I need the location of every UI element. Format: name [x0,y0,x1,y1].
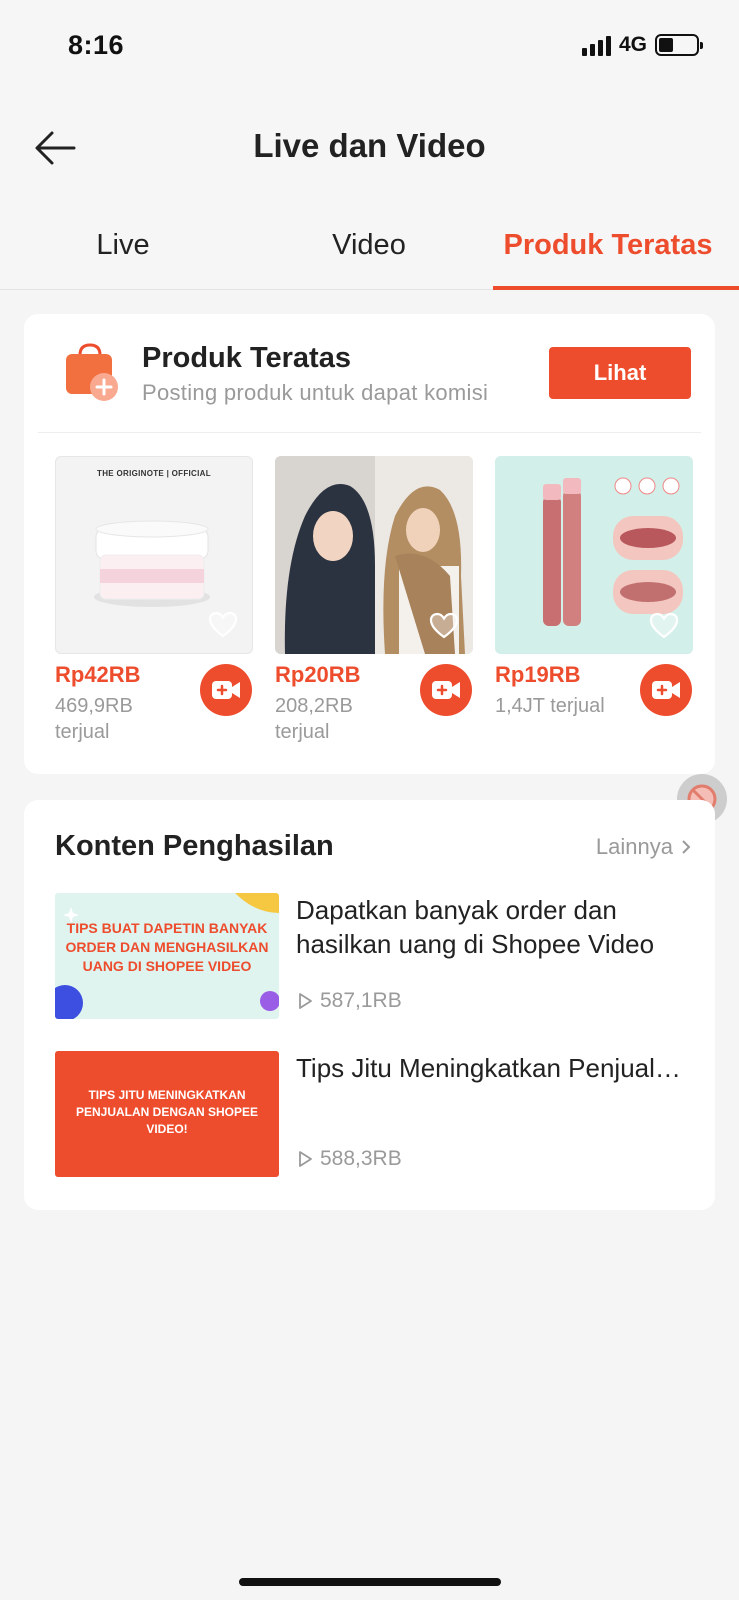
video-title: Dapatkan banyak order dan hasilkan uang … [296,895,655,959]
product-card[interactable]: Rp19RB 1,4JT terjual [495,456,693,756]
page-title: Live dan Video [253,127,486,164]
heart-icon[interactable] [208,611,238,639]
product-image-hijab [275,456,473,654]
earning-content-card: Konten Penghasilan Lainnya TIPS BUAT DAP… [24,800,715,1210]
product-card[interactable]: THE ORIGINOTE | OFFICIAL Rp42RB 469,9RB … [55,456,253,756]
signal-icon [581,34,611,56]
video-camera-icon [432,681,460,699]
product-carousel[interactable]: THE ORIGINOTE | OFFICIAL Rp42RB 469,9RB … [55,456,708,756]
video-title-text: Tips Jitu Meningkatkan Penjualan Dengan … [296,1053,688,1083]
product-sold: 469,9RB terjual [55,695,133,743]
see-more-label: Lainnya [595,834,673,859]
active-tab-indicator [493,286,739,290]
heart-icon[interactable] [429,612,459,640]
video-thumbnail: TIPS BUAT DAPETIN BANYAK ORDER DAN MENGH… [55,893,279,1019]
top-products-title: Produk Teratas [142,342,351,374]
play-icon [299,993,312,1009]
product-sold: 1,4JT terjual [495,695,605,717]
divider [38,432,701,433]
status-time: 8:16 [68,30,125,60]
create-video-button[interactable] [640,664,692,716]
create-video-button[interactable] [420,664,472,716]
video-views: 587,1RB [296,989,402,1013]
product-price: Rp20RB [275,662,361,687]
status-indicators: 4G [581,33,703,57]
heart-icon[interactable] [649,612,679,640]
play-icon [299,1151,312,1167]
see-more-link[interactable]: Lainnya [596,834,691,860]
tab-produk-teratas[interactable]: Produk Teratas [493,200,723,290]
product-image-moisturizer: THE ORIGINOTE | OFFICIAL [55,456,253,654]
earning-content-title: Konten Penghasilan [55,830,334,862]
video-item[interactable]: TIPS JITU MENINGKATKAN PENJUALAN DENGAN … [55,1051,688,1181]
product-sold: 208,2RB terjual [275,695,353,743]
video-camera-icon [212,681,240,699]
video-title: Tips Jitu Meningkatkan Penjualan Dengan … [296,1051,688,1085]
network-label: 4G [618,33,647,56]
product-image-lip-tint [495,456,693,654]
thumbnail-text: TIPS BUAT DAPETIN BANYAK ORDER DAN MENGH… [65,920,269,974]
lihat-button[interactable]: Lihat [549,347,691,399]
tab-bar: Live Video Produk Teratas [0,200,739,290]
video-views: 588,3RB [296,1147,402,1171]
video-camera-icon [652,681,680,699]
video-item[interactable]: TIPS BUAT DAPETIN BANYAK ORDER DAN MENGH… [55,893,685,1023]
tab-video[interactable]: Video [246,200,492,290]
video-views-count: 587,1RB [320,989,402,1012]
create-video-button[interactable] [200,664,252,716]
chevron-right-icon [682,840,691,854]
home-indicator[interactable] [239,1578,501,1586]
top-products-card: Produk Teratas Posting produk untuk dapa… [24,314,715,774]
battery-icon [655,34,703,56]
video-thumbnail: TIPS JITU MENINGKATKAN PENJUALAN DENGAN … [55,1051,279,1177]
thumbnail-text: TIPS JITU MENINGKATKAN PENJUALAN DENGAN … [75,1088,259,1136]
product-card[interactable]: Rp20RB 208,2RB terjual [275,456,473,756]
product-price: Rp42RB [55,662,141,687]
video-views-count: 588,3RB [320,1147,402,1170]
tab-live[interactable]: Live [0,200,246,290]
top-area: 8:16 4G Live dan Video Live Video Produk… [0,0,739,290]
shopping-bag-icon [66,343,118,401]
product-price: Rp19RB [495,662,581,687]
top-products-subtitle: Posting produk untuk dapat komisi [142,380,489,405]
